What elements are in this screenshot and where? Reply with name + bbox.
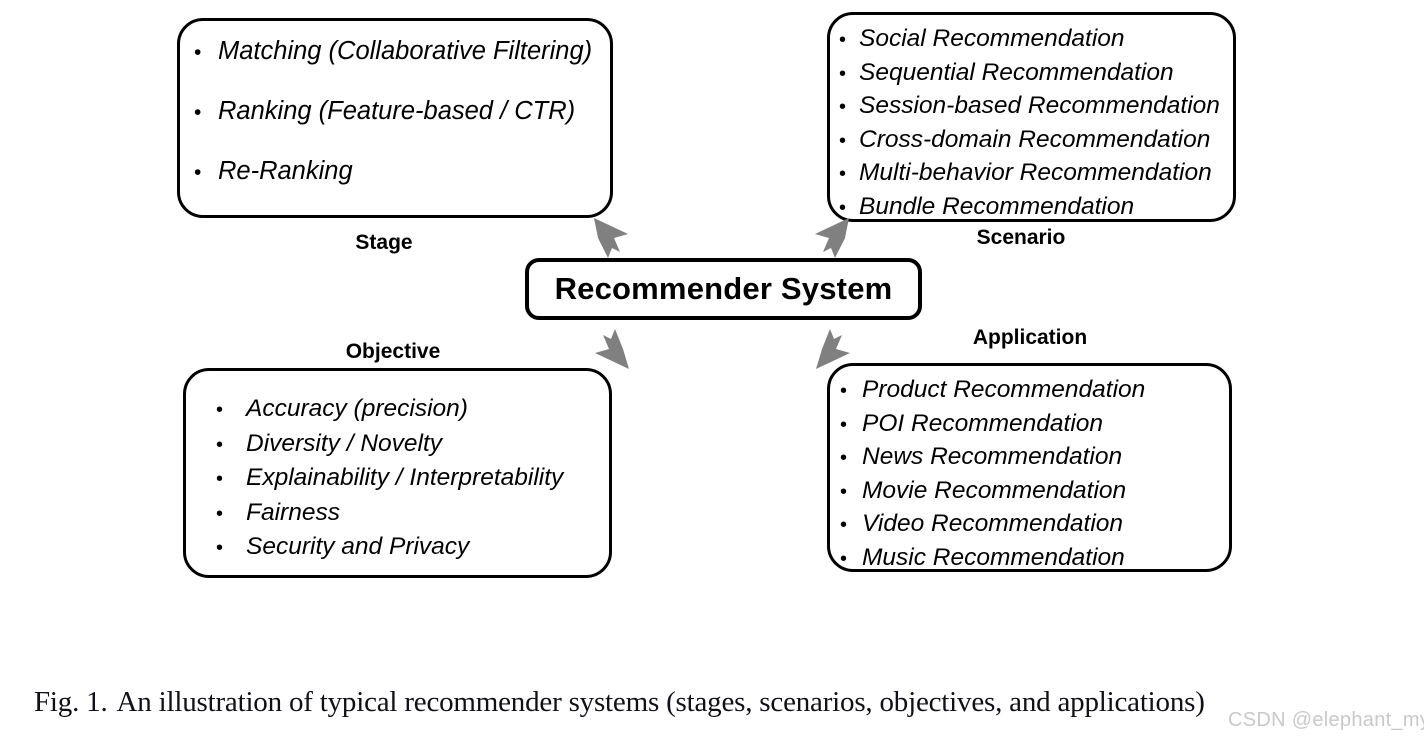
list-item: • Music Recommendation bbox=[840, 543, 1229, 580]
list-item: • Accuracy (precision) bbox=[216, 395, 609, 432]
group-caption-application: Application bbox=[972, 326, 1088, 349]
bullet-icon: • bbox=[216, 399, 224, 421]
figure-caption: Fig. 1. An illustration of typical recomm… bbox=[34, 686, 1414, 719]
list-item: • Matching (Collaborative Filtering) bbox=[194, 37, 610, 99]
list-item: • Social Recommendation bbox=[839, 25, 1233, 61]
bullet-icon: • bbox=[840, 447, 848, 469]
scenario-item-label: Multi-behavior Recommendation bbox=[859, 159, 1212, 186]
scenario-item-label: Cross-domain Recommendation bbox=[859, 125, 1211, 153]
list-item: • Multi-behavior Recommendation bbox=[839, 159, 1233, 195]
bullet-icon: • bbox=[839, 129, 847, 152]
application-item-label: Product Recommendation bbox=[862, 376, 1146, 403]
objective-item-label: Fairness bbox=[246, 498, 340, 526]
objective-item-label: Diversity / Novelty bbox=[246, 429, 443, 457]
bullet-icon: • bbox=[839, 62, 847, 85]
arrow-center-to-stage-icon bbox=[594, 218, 628, 258]
scenario-item-label: Social Recommendation bbox=[859, 25, 1125, 52]
bullet-icon: • bbox=[839, 96, 847, 118]
bullet-icon: • bbox=[840, 547, 848, 570]
scenario-item-label: Session-based Recommendation bbox=[859, 92, 1220, 119]
list-item: • Re-Ranking bbox=[194, 157, 610, 219]
bullet-icon: • bbox=[216, 537, 224, 559]
bullet-icon: • bbox=[839, 29, 847, 51]
application-item-label: Music Recommendation bbox=[862, 543, 1125, 571]
diagram-canvas: • Matching (Collaborative Filtering) • R… bbox=[0, 0, 1424, 743]
scenario-item-label: Sequential Recommendation bbox=[859, 58, 1174, 86]
group-box-application: • Product Recommendation • POI Recommend… bbox=[827, 363, 1232, 572]
figure-caption-text: An illustration of typical recommender s… bbox=[116, 686, 1205, 718]
scenario-item-label: Bundle Recommendation bbox=[859, 192, 1135, 220]
bullet-icon: • bbox=[194, 41, 202, 64]
application-item-label: News Recommendation bbox=[862, 443, 1123, 470]
bullet-icon: • bbox=[840, 380, 848, 402]
scenario-item-list: • Social Recommendation • Sequential Rec… bbox=[830, 25, 1233, 229]
list-item: • Explainability / Interpretability bbox=[216, 464, 609, 501]
center-node-label: Recommender System bbox=[554, 271, 893, 306]
bullet-icon: • bbox=[839, 163, 847, 185]
list-item: • News Recommendation bbox=[840, 443, 1229, 479]
bullet-icon: • bbox=[216, 433, 224, 456]
stage-item-label: Re-Ranking bbox=[218, 157, 353, 185]
group-caption-scenario: Scenario bbox=[976, 226, 1066, 249]
list-item: • Movie Recommendation bbox=[840, 476, 1229, 513]
stage-item-label: Ranking (Feature-based / CTR) bbox=[218, 97, 576, 125]
application-item-label: Movie Recommendation bbox=[862, 476, 1127, 504]
bullet-icon: • bbox=[840, 480, 848, 503]
watermark: CSDN @elephant_my bbox=[1228, 709, 1424, 731]
objective-item-label: Accuracy (precision) bbox=[246, 395, 468, 422]
group-caption-objective: Objective bbox=[345, 340, 441, 363]
list-item: • POI Recommendation bbox=[840, 409, 1229, 446]
bullet-icon: • bbox=[840, 514, 848, 536]
list-item: • Session-based Recommendation bbox=[839, 92, 1233, 128]
list-item: • Security and Privacy bbox=[216, 533, 609, 570]
stage-item-label: Matching (Collaborative Filtering) bbox=[218, 37, 593, 65]
list-item: • Ranking (Feature-based / CTR) bbox=[194, 97, 610, 159]
list-item: • Sequential Recommendation bbox=[839, 58, 1233, 95]
bullet-icon: • bbox=[216, 468, 224, 490]
bullet-icon: • bbox=[839, 196, 847, 219]
stage-item-list: • Matching (Collaborative Filtering) • R… bbox=[180, 37, 610, 219]
arrow-center-to-objective-icon bbox=[595, 329, 629, 369]
list-item: • Product Recommendation bbox=[840, 376, 1229, 412]
application-item-list: • Product Recommendation • POI Recommend… bbox=[830, 376, 1229, 580]
objective-item-label: Explainability / Interpretability bbox=[246, 464, 564, 491]
application-item-label: Video Recommendation bbox=[862, 510, 1124, 537]
group-box-scenario: • Social Recommendation • Sequential Rec… bbox=[827, 12, 1236, 222]
group-box-objective: • Accuracy (precision) • Diversity / Nov… bbox=[183, 368, 612, 578]
bullet-icon: • bbox=[840, 413, 848, 436]
objective-item-label: Security and Privacy bbox=[246, 533, 470, 560]
list-item: • Diversity / Novelty bbox=[216, 429, 609, 467]
group-caption-stage: Stage bbox=[355, 231, 413, 254]
bullet-icon: • bbox=[194, 101, 202, 124]
bullet-icon: • bbox=[194, 161, 202, 184]
figure-number: Fig. 1. bbox=[34, 686, 108, 718]
list-item: • Bundle Recommendation bbox=[839, 192, 1233, 229]
list-item: • Cross-domain Recommendation bbox=[839, 125, 1233, 162]
application-item-label: POI Recommendation bbox=[862, 409, 1104, 437]
objective-item-list: • Accuracy (precision) • Diversity / Nov… bbox=[186, 395, 609, 570]
group-box-stage: • Matching (Collaborative Filtering) • R… bbox=[177, 18, 613, 218]
list-item: • Video Recommendation bbox=[840, 510, 1229, 546]
center-node: Recommender System bbox=[525, 258, 922, 320]
list-item: • Fairness bbox=[216, 498, 609, 536]
bullet-icon: • bbox=[216, 502, 224, 525]
